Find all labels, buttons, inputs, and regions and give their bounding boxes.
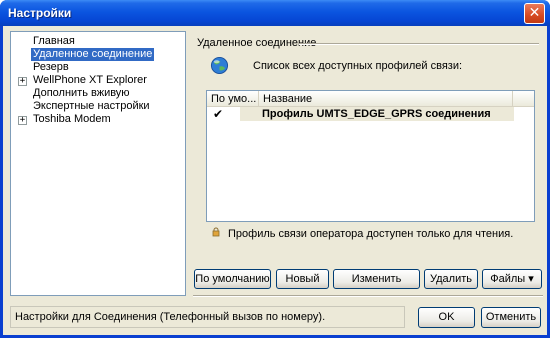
- tree-item-label: WellPhone XT Explorer: [33, 74, 147, 86]
- tree-item-label: Главная: [33, 35, 75, 47]
- close-button[interactable]: ✕: [524, 3, 545, 24]
- tree-item-label: Удаленное соединение: [33, 48, 153, 60]
- new-button[interactable]: Новый: [276, 269, 329, 289]
- profile-name: Профиль UMTS_EDGE_GPRS соединения: [240, 107, 514, 121]
- tree-item-reserve[interactable]: Резерв: [31, 61, 71, 74]
- list-header: По умо... Название: [207, 91, 534, 107]
- expand-icon[interactable]: +: [18, 116, 27, 125]
- button-label: Файлы ▾: [490, 273, 534, 285]
- lock-icon: [212, 227, 220, 237]
- column-label: По умо...: [211, 93, 257, 105]
- settings-tree[interactable]: Главная Удаленное соединение Резерв + We…: [10, 31, 186, 296]
- tree-item-wellphone-explorer[interactable]: WellPhone XT Explorer: [31, 74, 149, 87]
- tree-item-label: Экспертные настройки: [33, 100, 150, 112]
- files-dropdown-button[interactable]: Файлы ▾: [482, 269, 542, 289]
- tree-item-label: Дополнить вживую: [33, 87, 130, 99]
- button-label: По умолчанию: [195, 273, 270, 285]
- cancel-button[interactable]: Отменить: [481, 307, 541, 328]
- column-label: Название: [263, 93, 313, 105]
- tree-item-toshiba-modem[interactable]: Toshiba Modem: [31, 113, 113, 126]
- button-label: Новый: [285, 273, 320, 285]
- tree-item-expert-settings[interactable]: Экспертные настройки: [31, 100, 152, 113]
- tree-item-label: Резерв: [33, 61, 69, 73]
- title-bar[interactable]: Настройки ✕: [0, 0, 550, 26]
- window-title: Настройки: [8, 6, 72, 20]
- tree-item-label: Toshiba Modem: [33, 113, 111, 125]
- status-text: Настройки для Соединения (Телефонный выз…: [15, 311, 326, 323]
- tree-item-remote-connection[interactable]: Удаленное соединение: [31, 48, 155, 61]
- status-description: Настройки для Соединения (Телефонный выз…: [10, 306, 405, 328]
- ok-button[interactable]: OK: [418, 307, 475, 328]
- profiles-list[interactable]: По умо... Название ✔ Профиль UMTS_EDGE_G…: [206, 90, 535, 222]
- default-button[interactable]: По умолчанию: [194, 269, 271, 289]
- expand-icon[interactable]: +: [18, 77, 27, 86]
- table-row[interactable]: ✔ Профиль UMTS_EDGE_GPRS соединения: [207, 107, 534, 121]
- button-label: Удалить: [430, 273, 472, 285]
- tree-item-main[interactable]: Главная: [31, 35, 77, 48]
- group-divider: [299, 43, 539, 45]
- column-header-name[interactable]: Название: [259, 91, 513, 107]
- delete-button[interactable]: Удалить: [424, 269, 478, 289]
- settings-dialog: Настройки ✕ Главная Удаленное соединение…: [0, 0, 550, 338]
- checkmark-icon: ✔: [213, 107, 224, 121]
- close-icon: ✕: [528, 5, 541, 21]
- button-label: Изменить: [351, 273, 402, 285]
- tree-item-live-update[interactable]: Дополнить вживую: [31, 87, 132, 100]
- edit-button[interactable]: Изменить: [333, 269, 420, 289]
- button-label: Отменить: [485, 311, 537, 323]
- readonly-note: Профиль связи оператора доступен только …: [228, 228, 514, 240]
- column-header-default[interactable]: По умо...: [207, 91, 259, 107]
- divider: [193, 295, 543, 297]
- button-label: OK: [438, 311, 455, 323]
- globe-network-icon: [210, 56, 229, 75]
- profiles-caption: Список всех доступных профилей связи:: [253, 60, 463, 72]
